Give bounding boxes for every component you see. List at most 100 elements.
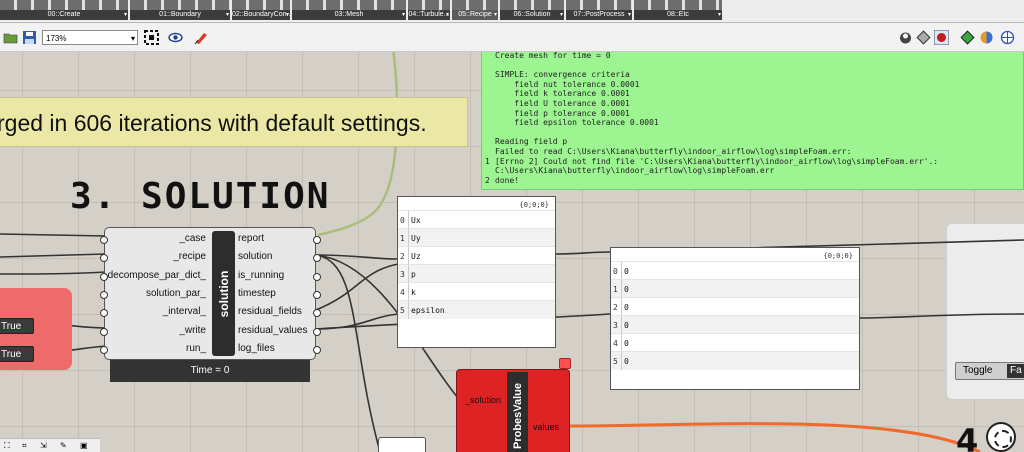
tab-boundary[interactable]: 01::Boundary <box>130 0 230 21</box>
values-panel[interactable]: {0;0;0} 001020304050 <box>610 247 860 390</box>
panel-row[interactable]: 20 <box>611 297 859 316</box>
sketch-pen-icon[interactable] <box>194 30 209 45</box>
toggle-write[interactable]: True <box>0 318 34 334</box>
log-panel[interactable]: Create mesh for time = 0 SIMPLE: converge… <box>481 52 1024 190</box>
tab-recipe[interactable]: 05::Recipe <box>452 0 498 21</box>
shaded-sphere-icon[interactable] <box>979 30 994 45</box>
probes-value-component[interactable]: ProbesValue _solution values <box>456 369 570 452</box>
preview-mode-icon[interactable] <box>898 30 913 45</box>
tab-boundary-condition[interactable]: 02::BoundaryCon... <box>232 0 290 21</box>
panel-row[interactable]: 30 <box>611 315 859 334</box>
input-grip[interactable] <box>100 236 108 244</box>
tab-mesh-label[interactable]: 03::Mesh <box>292 10 406 20</box>
output-grip[interactable] <box>313 290 321 299</box>
panel-row[interactable]: 5 epsilon <box>398 300 555 319</box>
tab-icons-etc[interactable] <box>634 0 722 10</box>
save-icon[interactable] <box>22 30 37 45</box>
probes-value-name-text: ProbesValue <box>511 382 524 450</box>
panel-row[interactable]: 50 <box>611 351 859 370</box>
input-grip[interactable] <box>100 272 108 281</box>
input-grip[interactable] <box>100 290 108 299</box>
toggle-component[interactable]: Toggle Fa <box>955 362 1024 380</box>
solution-component[interactable]: solution _case _recipe decompose_par_dict_… <box>100 227 321 384</box>
settings-dial-icon[interactable] <box>986 422 1016 452</box>
tab-etc-label[interactable]: 08::Etc <box>634 10 722 20</box>
output-grip[interactable] <box>313 327 321 336</box>
tab-icons-postprocess[interactable] <box>566 0 632 10</box>
tab-icons-mesh[interactable] <box>292 0 406 10</box>
globe-icon[interactable] <box>1000 30 1015 45</box>
scribble-note[interactable]: rged in 606 iterations with default sett… <box>0 97 468 147</box>
solution-output-pin[interactable]: residual_fields <box>238 306 302 317</box>
tab-recipe-label[interactable]: 05::Recipe <box>452 10 498 20</box>
panel-row[interactable]: 1 Uy <box>398 228 555 247</box>
solution-input-pin[interactable]: _interval_ <box>163 306 206 317</box>
align-icon[interactable]: ⇲ <box>40 441 50 451</box>
grasshopper-canvas[interactable]: rged in 606 iterations with default sett… <box>0 52 1024 452</box>
solution-input-pin[interactable]: _write <box>179 325 206 336</box>
tab-solution[interactable]: 06::Solution <box>500 0 564 21</box>
tab-mesh[interactable]: 03::Mesh <box>292 0 406 21</box>
tab-boundary-condition-label[interactable]: 02::BoundaryCon... <box>232 10 290 20</box>
log-line-number: 1 <box>485 156 490 166</box>
tab-icons-solution[interactable] <box>500 0 564 10</box>
output-grip[interactable] <box>313 272 321 281</box>
solution-output-pin[interactable]: solution <box>238 251 272 262</box>
output-grip[interactable] <box>313 345 321 354</box>
solution-input-pin[interactable]: decompose_par_dict_ <box>108 270 206 281</box>
solution-output-pin[interactable]: is_running <box>238 270 284 281</box>
fit-icon[interactable]: ⛶ <box>4 441 14 451</box>
tab-postprocess[interactable]: 07::PostProcess <box>566 0 632 21</box>
toggle-value[interactable]: Fa <box>1007 364 1024 378</box>
open-file-icon[interactable] <box>3 30 18 45</box>
toggle-run[interactable]: True <box>0 346 34 362</box>
window-icon[interactable]: ▣ <box>80 441 90 451</box>
output-grip[interactable] <box>313 236 321 244</box>
tab-etc[interactable]: 08::Etc <box>634 0 722 21</box>
zoom-extents-icon[interactable] <box>144 30 159 45</box>
solution-component-body[interactable]: solution <box>104 227 316 360</box>
panel-row[interactable]: 4k <box>398 282 555 301</box>
tab-solution-label[interactable]: 06::Solution <box>500 10 564 20</box>
tab-turbulence[interactable]: 04::Turbule... <box>408 0 450 21</box>
tab-icons-boundary-condition[interactable] <box>232 0 290 10</box>
input-grip[interactable] <box>100 345 108 354</box>
zoom-select[interactable]: 173% ▾ <box>42 30 138 45</box>
input-grip[interactable] <box>100 327 108 336</box>
tab-create[interactable]: 00::Create <box>0 0 128 21</box>
output-values[interactable]: values <box>533 422 559 432</box>
display-icon[interactable] <box>960 30 975 45</box>
tab-icons-create[interactable] <box>0 0 128 10</box>
tab-icons-recipe[interactable] <box>452 0 498 10</box>
grid-icon[interactable]: ⌗ <box>22 441 32 451</box>
log-line: Reading field p <box>495 137 568 147</box>
tab-create-label[interactable]: 00::Create <box>0 10 128 20</box>
preview-eye-icon[interactable] <box>168 30 183 45</box>
panel-row[interactable]: 2 Uz <box>398 246 555 265</box>
solution-output-pin[interactable]: residual_values <box>238 325 308 336</box>
panel-row[interactable]: 3p <box>398 264 555 283</box>
tab-icons-boundary[interactable] <box>130 0 230 10</box>
paint-icon[interactable] <box>916 30 931 45</box>
solution-output-pin[interactable]: timestep <box>238 288 276 299</box>
solution-output-pin[interactable]: log_files <box>238 343 275 354</box>
bake-icon[interactable] <box>934 30 949 45</box>
input-solution[interactable]: _solution <box>465 395 501 405</box>
tab-postprocess-label[interactable]: 07::PostProcess <box>566 10 632 20</box>
solution-input-pin[interactable]: _case <box>179 233 206 244</box>
tab-icons-turbulence[interactable] <box>408 0 450 10</box>
small-component[interactable] <box>378 437 426 452</box>
script-icon[interactable]: ✎ <box>60 441 70 451</box>
panel-row-value: 0 <box>624 267 629 276</box>
tab-turbulence-label[interactable]: 04::Turbule... <box>408 10 450 20</box>
tab-boundary-label[interactable]: 01::Boundary <box>130 10 230 20</box>
panel-row[interactable]: 10 <box>611 279 859 298</box>
panel-row[interactable]: 0 Ux <box>398 210 555 229</box>
panel-row[interactable]: 40 <box>611 333 859 352</box>
solution-output-pin[interactable]: report <box>238 233 264 244</box>
solution-input-pin[interactable]: _recipe <box>173 251 206 262</box>
solution-input-pin[interactable]: run_ <box>186 343 206 354</box>
panel-row[interactable]: 00 <box>611 261 859 280</box>
solution-input-pin[interactable]: solution_par_ <box>146 288 206 299</box>
fields-panel[interactable]: {0;0;0} 0 Ux 1 Uy 2 Uz 3 p 4 k 5 epsilon <box>397 196 556 348</box>
